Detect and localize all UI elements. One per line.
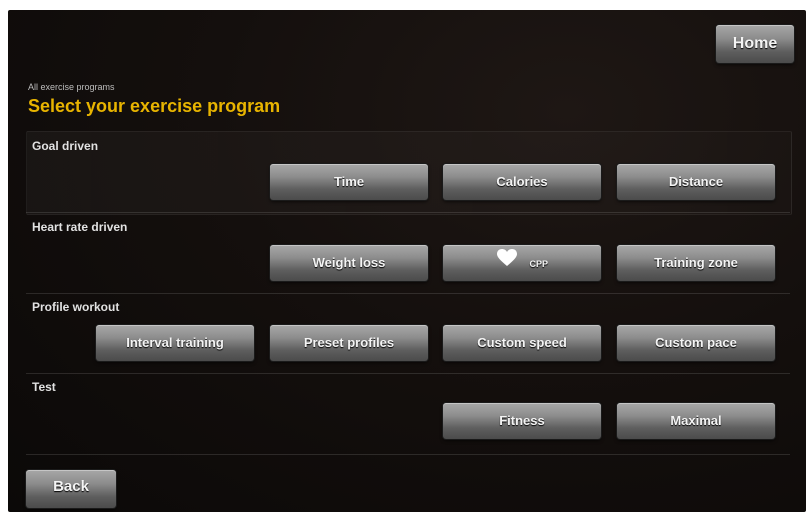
home-button[interactable]: Home xyxy=(716,25,794,63)
section-divider xyxy=(26,212,790,213)
training-zone-button[interactable]: Training zone xyxy=(617,245,775,281)
section-label-profile-workout: Profile workout xyxy=(32,300,120,314)
back-button[interactable]: Back xyxy=(26,470,116,508)
page-title: Select your exercise program xyxy=(28,96,281,116)
section-divider xyxy=(26,293,790,294)
section-label-goal-driven: Goal driven xyxy=(32,139,99,153)
custom-pace-button[interactable]: Custom pace xyxy=(617,325,775,361)
fitness-button[interactable]: Fitness xyxy=(443,403,601,439)
time-button[interactable]: Time xyxy=(270,164,428,200)
maximal-button[interactable]: Maximal xyxy=(617,403,775,439)
custom-speed-button[interactable]: Custom speed xyxy=(443,325,601,361)
breadcrumb: All exercise programs xyxy=(28,82,115,92)
preset-profiles-button[interactable]: Preset profiles xyxy=(270,325,428,361)
exercise-program-screen: Home All exercise programs Select your e… xyxy=(8,10,806,512)
cpp-label: CPP xyxy=(529,258,549,269)
calories-button[interactable]: Calories xyxy=(443,164,601,200)
distance-button[interactable]: Distance xyxy=(617,164,775,200)
section-divider xyxy=(26,373,790,374)
section-label-test: Test xyxy=(32,380,56,394)
weight-loss-button[interactable]: Weight loss xyxy=(270,245,428,281)
cpp-button[interactable]: CPP xyxy=(443,245,601,281)
section-divider xyxy=(26,454,790,455)
interval-training-button[interactable]: Interval training xyxy=(96,325,254,361)
heart-icon xyxy=(496,246,518,282)
section-label-heart-rate-driven: Heart rate driven xyxy=(32,220,128,234)
